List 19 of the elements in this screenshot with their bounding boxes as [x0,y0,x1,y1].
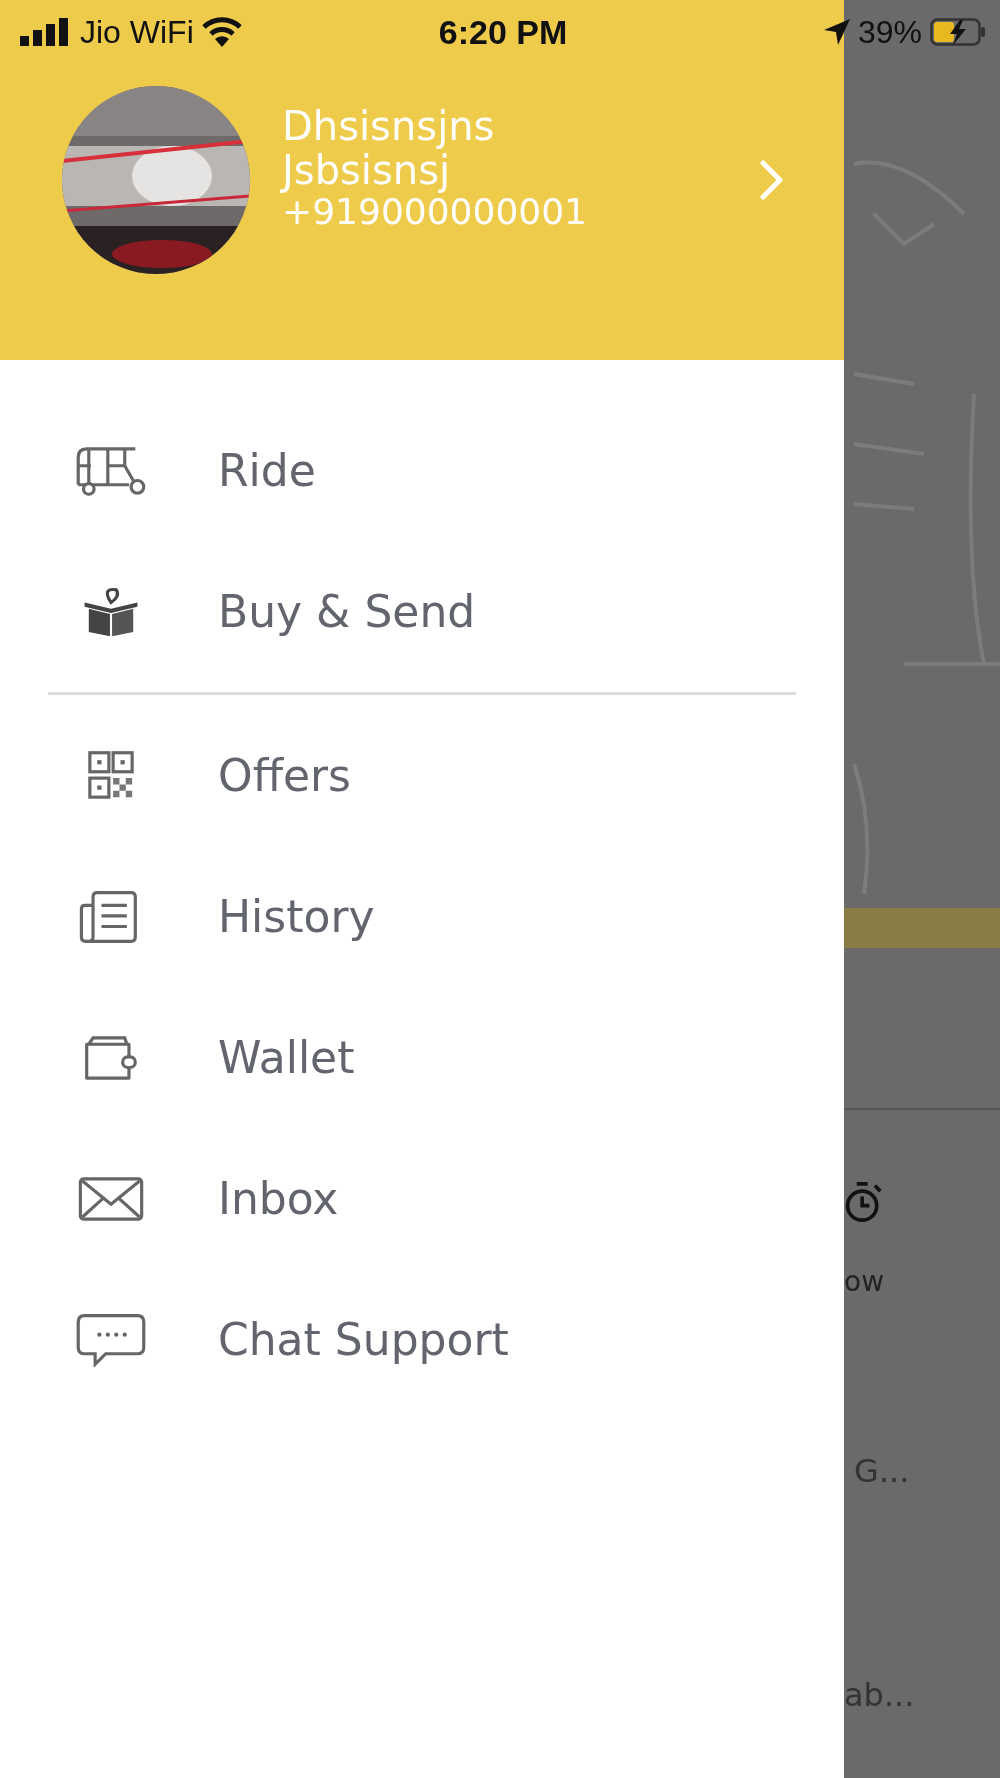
menu-item[interactable]: Chat Support [0,1269,844,1410]
chat-bubble-icon [74,1312,148,1367]
background-text: ab... [844,1676,915,1714]
location-arrow-icon [823,19,850,45]
menu-item[interactable]: History [0,846,844,987]
phone-number: +919000000001 [282,192,588,232]
menu-item[interactable]: Offers [0,705,844,846]
clock-time: 6:20 PM [438,12,568,52]
carrier-name: Jio WiFi [80,13,194,51]
chevron-right-icon [760,160,784,200]
wifi-icon [201,17,242,47]
menu-item[interactable]: Ride [0,400,844,541]
battery-percent: 39% [857,13,922,51]
menu-item[interactable]: Inbox [0,1128,844,1269]
menu-item[interactable]: Buy & Send [0,541,844,682]
stopwatch-icon [844,1180,884,1224]
background-text: ow [844,1265,885,1298]
user-name: Dhsisnsjns Jsbsisnsj [282,104,496,192]
menu-item[interactable]: Wallet [0,987,844,1128]
